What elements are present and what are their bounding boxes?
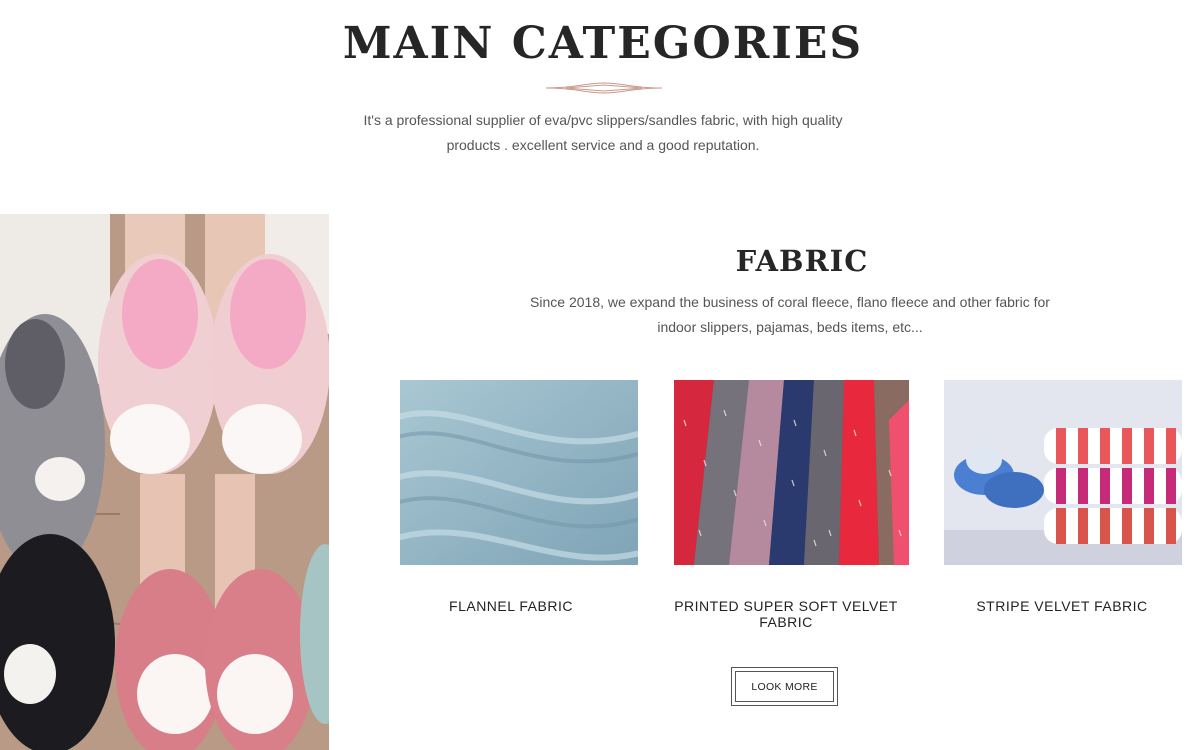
product-name-flannel[interactable]: FLANNEL FABRIC <box>392 598 630 614</box>
intro-line: products . excellent service and a good … <box>446 137 760 153</box>
look-more-button[interactable]: LOOK MORE <box>731 667 838 706</box>
product-image-stripe-velvet[interactable] <box>944 380 1182 565</box>
section-intro: It's a professional supplier of eva/pvc … <box>353 108 853 158</box>
hero-slippers-image <box>0 214 329 750</box>
product-image-printed-velvet[interactable] <box>674 380 909 565</box>
product-name-printed-velvet[interactable]: PRINTED SUPER SOFT VELVET FABRIC <box>654 598 918 630</box>
product-card-stripe-velvet[interactable] <box>944 380 1182 565</box>
ornament-divider-icon <box>546 82 662 94</box>
category-description-line: indoor slippers, pajamas, beds items, et… <box>657 319 923 335</box>
category-title: FABRIC <box>735 244 869 278</box>
product-card-flannel[interactable] <box>400 380 638 565</box>
section-title: MAIN CATEGORIES <box>342 18 864 69</box>
look-more-label: LOOK MORE <box>735 671 834 702</box>
category-description: Since 2018, we expand the business of co… <box>520 290 1060 340</box>
product-image-flannel[interactable] <box>400 380 638 565</box>
product-name-stripe-velvet[interactable]: STRIPE VELVET FABRIC <box>944 598 1180 614</box>
intro-line: It's a professional supplier of eva/pvc … <box>363 112 843 128</box>
product-card-printed-velvet[interactable] <box>674 380 909 565</box>
category-description-line: Since 2018, we expand the business of co… <box>530 294 1050 310</box>
